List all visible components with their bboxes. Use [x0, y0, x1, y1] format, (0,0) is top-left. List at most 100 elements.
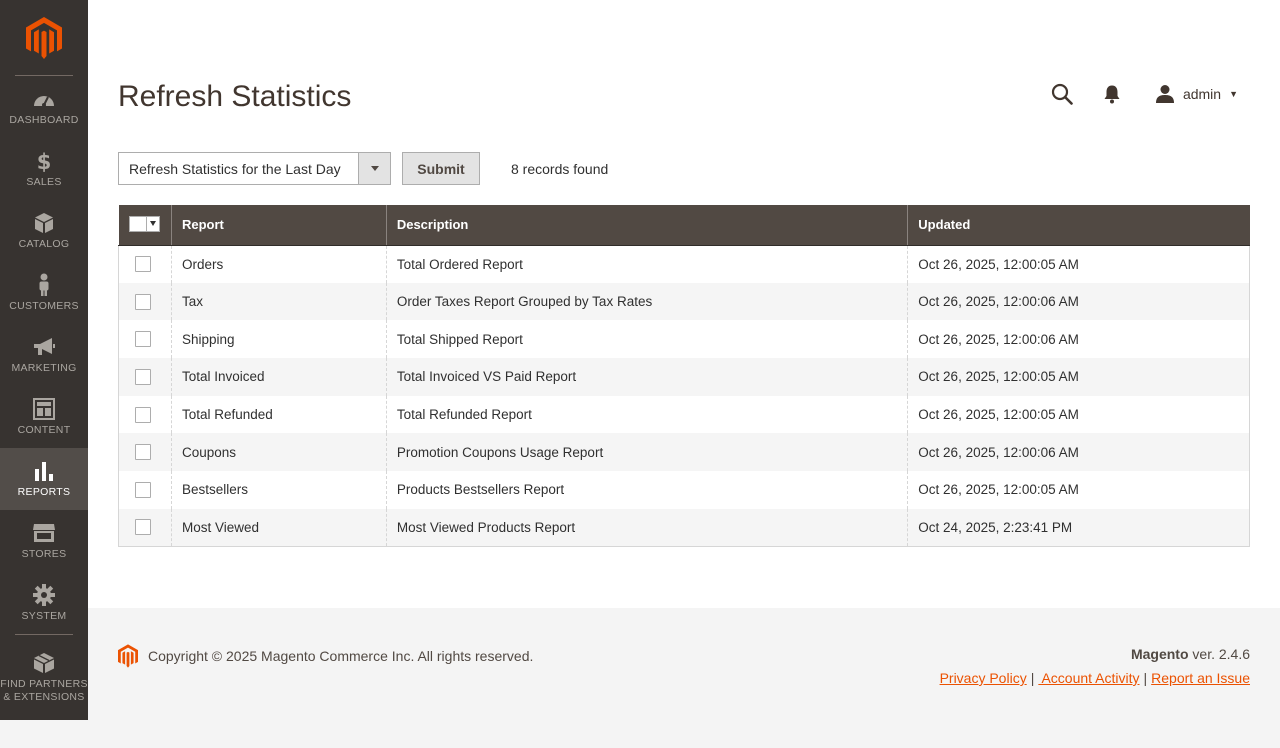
column-header-description[interactable]: Description	[385, 205, 908, 246]
grid-toolbar: Refresh Statistics for the Last Day Subm…	[118, 152, 608, 185]
partners-label-line1: FIND PARTNERS	[0, 678, 88, 690]
report-name: Shipping	[170, 320, 387, 359]
report-description: Order Taxes Report Grouped by Tax Rates	[385, 282, 908, 321]
sidebar-item-reports[interactable]: REPORTS	[0, 448, 88, 510]
report-description: Total Invoiced VS Paid Report	[385, 358, 908, 396]
megaphone-icon	[32, 336, 56, 358]
report-updated: Oct 26, 2025, 12:00:05 AM	[907, 471, 1250, 509]
bar-chart-icon	[34, 460, 54, 482]
privacy-policy-link[interactable]: Privacy Policy	[940, 670, 1027, 686]
version-info: Magento ver. 2.4.6	[1131, 646, 1250, 662]
report-description: Total Refunded Report	[385, 395, 908, 434]
column-header-report[interactable]: Report	[170, 205, 387, 246]
column-header-updated[interactable]: Updated	[907, 205, 1250, 246]
user-icon	[1155, 85, 1174, 103]
row-checkbox-cell	[118, 508, 172, 547]
submit-button[interactable]: Submit	[402, 152, 480, 185]
sidebar-item-content[interactable]: CONTENT	[0, 386, 88, 448]
brand-name: Magento	[1130, 646, 1189, 662]
sidebar-item-label: MARKETING	[11, 361, 77, 374]
chevron-down-icon: ▼	[1229, 89, 1238, 99]
report-description: Total Shipped Report	[385, 320, 908, 359]
refresh-action-select[interactable]: Refresh Statistics for the Last Day	[118, 152, 391, 185]
main-content: Refresh Statistics admin ▼ Refresh Stati…	[88, 0, 1280, 608]
sidebar-item-label: SYSTEM	[21, 609, 67, 622]
report-name: Most Viewed	[170, 508, 387, 547]
report-name: Bestsellers	[170, 471, 387, 509]
copyright: Copyright © 2025 Magento Commerce Inc. A…	[118, 644, 533, 668]
table-row: Tax Order Taxes Report Grouped by Tax Ra…	[118, 282, 1250, 321]
row-checkbox[interactable]	[135, 368, 151, 385]
select-toggle[interactable]	[358, 153, 390, 184]
row-checkbox[interactable]	[135, 444, 151, 461]
cube-icon	[34, 212, 54, 234]
dollar-icon: $	[36, 150, 52, 172]
sidebar-item-dashboard[interactable]: DASHBOARD	[0, 76, 88, 138]
table-row: Most Viewed Most Viewed Products Report …	[118, 508, 1250, 547]
person-icon	[37, 273, 51, 296]
table-row: Shipping Total Shipped Report Oct 26, 20…	[118, 320, 1250, 359]
row-checkbox[interactable]	[135, 481, 151, 498]
refresh-action-value: Refresh Statistics for the Last Day	[129, 160, 341, 177]
row-checkbox[interactable]	[135, 519, 151, 536]
link-separator: |	[1030, 670, 1035, 686]
sidebar-item-sales[interactable]: $ SALES	[0, 138, 88, 200]
sidebar-item-find-partners[interactable]: FIND PARTNERS & EXTENSIONS	[0, 635, 88, 721]
sidebar-item-label: SALES	[26, 175, 62, 188]
grid-header-row: Report Description Updated	[118, 205, 1250, 246]
row-checkbox-cell	[118, 358, 172, 396]
admin-user-menu[interactable]: admin ▼	[1155, 84, 1238, 104]
table-row: Orders Total Ordered Report Oct 26, 2025…	[118, 245, 1250, 283]
sidebar-item-label: FIND PARTNERS & EXTENSIONS	[0, 678, 88, 704]
storefront-icon	[32, 522, 56, 544]
chevron-down-icon	[370, 166, 379, 171]
global-search-button[interactable]	[1051, 83, 1073, 105]
sidebar-item-label: CUSTOMERS	[9, 299, 79, 312]
sidebar-item-label: REPORTS	[17, 485, 71, 498]
notifications-button[interactable]	[1103, 84, 1121, 104]
sidebar-item-system[interactable]: SYSTEM	[0, 572, 88, 634]
account-activity-link[interactable]: Account Activity	[1038, 670, 1139, 686]
sidebar-item-label: CONTENT	[17, 423, 71, 436]
report-updated: Oct 26, 2025, 12:00:06 AM	[907, 282, 1250, 321]
dashboard-icon	[32, 88, 56, 110]
report-name: Orders	[170, 245, 387, 283]
svg-text:$: $	[37, 150, 52, 172]
row-checkbox-cell	[118, 282, 172, 321]
report-updated: Oct 26, 2025, 12:00:05 AM	[907, 395, 1250, 434]
row-checkbox-cell	[118, 245, 172, 283]
gear-icon	[33, 583, 55, 606]
sidebar-item-catalog[interactable]: CATALOG	[0, 200, 88, 262]
row-checkbox[interactable]	[135, 406, 151, 423]
partners-label-line2: & EXTENSIONS	[3, 691, 85, 703]
table-row: Coupons Promotion Coupons Usage Report O…	[118, 433, 1250, 472]
report-name: Total Invoiced	[170, 358, 387, 396]
row-checkbox[interactable]	[135, 293, 151, 310]
row-checkbox[interactable]	[135, 331, 151, 348]
link-separator: |	[1143, 670, 1148, 686]
report-description: Total Ordered Report	[385, 245, 908, 283]
report-issue-link[interactable]: Report an Issue	[1151, 670, 1250, 686]
table-row: Bestsellers Products Bestsellers Report …	[118, 471, 1250, 509]
boxes-icon	[32, 652, 56, 674]
report-updated: Oct 26, 2025, 12:00:05 AM	[907, 358, 1250, 396]
report-name: Tax	[170, 282, 387, 321]
mass-select-checkbox[interactable]	[129, 216, 146, 231]
report-updated: Oct 26, 2025, 12:00:06 AM	[907, 320, 1250, 359]
version-number: ver. 2.4.6	[1188, 646, 1250, 662]
header-actions: admin ▼	[1051, 80, 1238, 108]
magento-logo[interactable]	[0, 0, 88, 76]
sidebar-item-marketing[interactable]: MARKETING	[0, 324, 88, 386]
magento-logo-icon	[118, 644, 138, 668]
row-checkbox[interactable]	[135, 256, 151, 273]
sidebar-item-customers[interactable]: CUSTOMERS	[0, 262, 88, 324]
search-icon	[1051, 83, 1073, 105]
copyright-text: Copyright © 2025 Magento Commerce Inc. A…	[148, 648, 534, 664]
report-name: Total Refunded	[170, 395, 387, 434]
page-footer: Copyright © 2025 Magento Commerce Inc. A…	[88, 608, 1280, 748]
mass-select-dropdown[interactable]	[128, 215, 160, 232]
report-updated: Oct 26, 2025, 12:00:05 AM	[907, 245, 1250, 283]
chevron-down-icon[interactable]	[145, 216, 159, 231]
sidebar-item-stores[interactable]: STORES	[0, 510, 88, 572]
sidebar-item-label: DASHBOARD	[9, 113, 79, 126]
